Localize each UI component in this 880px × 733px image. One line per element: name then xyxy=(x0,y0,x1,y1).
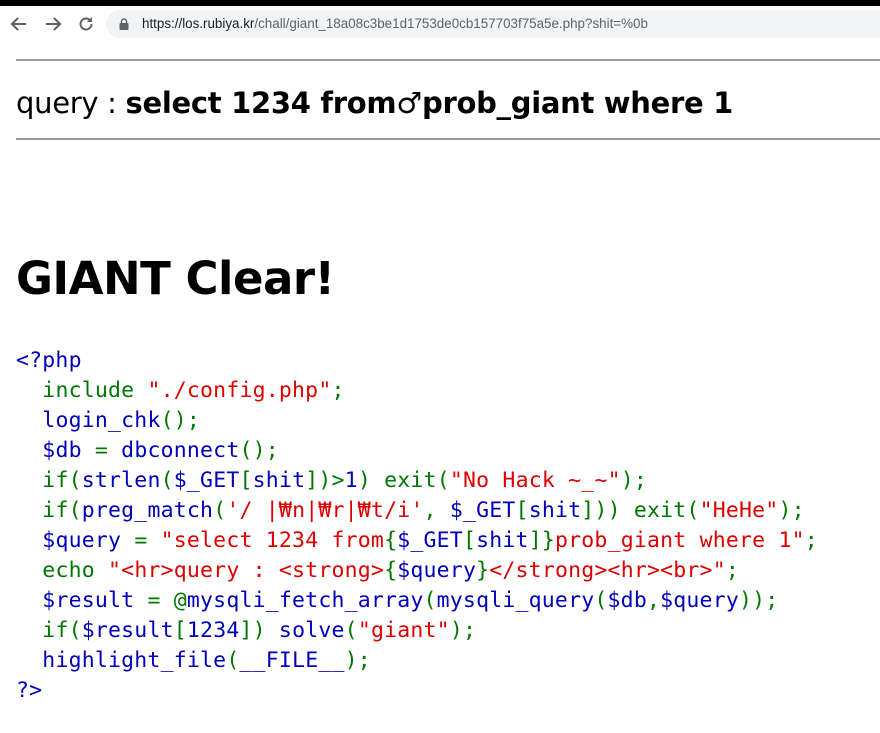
code-line-7: echo "<hr>query : <strong>{$query}</stro… xyxy=(42,558,739,583)
php-source-code: <?php include "./config.php"; login_chk(… xyxy=(16,346,818,706)
reload-button[interactable] xyxy=(75,13,97,35)
forward-arrow-icon xyxy=(46,17,62,31)
url-host: https://los.rubiya.kr xyxy=(142,16,255,31)
query-sql: select 1234 from♂prob_giant where 1 xyxy=(125,86,734,120)
top-horizontal-rule xyxy=(16,59,880,61)
clear-heading: GIANT Clear! xyxy=(16,252,335,305)
query-label: query : xyxy=(16,86,126,120)
lock-icon xyxy=(119,18,129,30)
browser-toolbar: https://los.rubiya.kr/chall/giant_18a08c… xyxy=(0,6,880,42)
code-line-6: $query = "select 1234 from{$_GET[shit]}p… xyxy=(42,528,818,553)
code-line-4: if(strlen($_GET[shit])>1) exit("No Hack … xyxy=(42,468,648,493)
code-line-3: $db = dbconnect(); xyxy=(42,438,279,463)
code-line-1: include "./config.php"; xyxy=(42,378,345,403)
code-line-2: login_chk(); xyxy=(42,408,201,433)
php-open-tag: <?php xyxy=(16,348,82,373)
back-arrow-icon xyxy=(10,17,26,31)
url-text[interactable]: https://los.rubiya.kr/chall/giant_18a08c… xyxy=(142,16,648,31)
address-bar[interactable]: https://los.rubiya.kr/chall/giant_18a08c… xyxy=(106,10,880,38)
code-line-9: if($result[1234]) solve("giant"); xyxy=(42,618,477,643)
code-line-10: highlight_file(__FILE__); xyxy=(42,648,371,673)
forward-button[interactable] xyxy=(42,13,64,35)
url-path: /chall/giant_18a08c3be1d1753de0cb157703f… xyxy=(254,16,648,31)
back-button[interactable] xyxy=(8,13,30,35)
code-line-8: $result = @mysqli_fetch_array(mysqli_que… xyxy=(42,588,779,613)
query-line: query : select 1234 from♂prob_giant wher… xyxy=(16,86,733,120)
bottom-horizontal-rule xyxy=(16,138,880,140)
reload-icon xyxy=(79,17,93,31)
php-close-tag: ?> xyxy=(16,678,43,703)
code-line-5: if(preg_match('/ |₩n|₩r|₩t/i', $_GET[shi… xyxy=(42,498,805,523)
